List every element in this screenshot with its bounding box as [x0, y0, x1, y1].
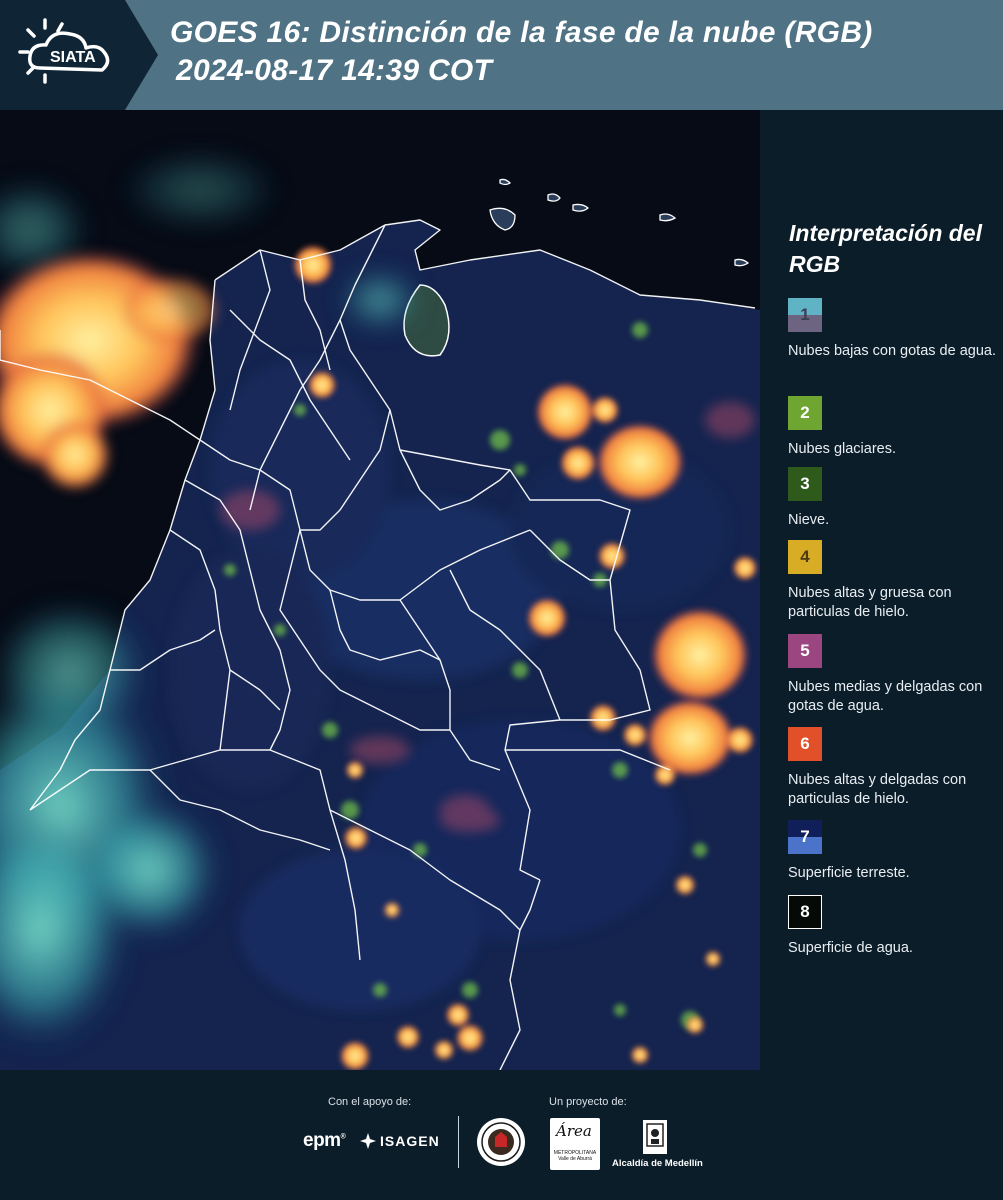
legend-number: 6 — [800, 734, 810, 753]
title-line-2: 2024-08-17 14:39 COT — [176, 54, 493, 87]
legend-title: Interpretación del RGB — [789, 220, 982, 277]
epm-logo-text: epm — [303, 1130, 341, 1151]
legend-number: 5 — [800, 641, 810, 660]
legend-number: 1 — [800, 305, 810, 324]
isagen-mark-icon — [360, 1133, 376, 1149]
legend-item: 7 Superficie terreste. — [788, 820, 1003, 883]
project-label: Un proyecto de: — [549, 1096, 627, 1108]
legend-label: Superficie de agua. — [788, 940, 913, 956]
header-banner: SIATA GOES 16: Distinción de la fase de … — [0, 0, 1003, 110]
legend-number: 8 — [800, 902, 810, 921]
legend-label: Nubes medias y delgadas con gotas de agu… — [788, 679, 983, 714]
area-metropolitana-logo: Área METROPOLITANA Valle de Aburrá — [550, 1118, 600, 1170]
siata-logo: SIATA — [0, 0, 160, 110]
legend-swatch: 6 — [788, 727, 822, 761]
satellite-map — [0, 110, 760, 1070]
legend-item: 6 Nubes altas y delgadas con particulas d… — [788, 727, 1003, 809]
legend-swatch: 5 — [788, 634, 822, 668]
legend-number: 7 — [800, 827, 810, 846]
medellin-shield-icon — [643, 1120, 667, 1154]
legend-swatch: 2 — [788, 396, 822, 430]
legend-item: 4 Nubes altas y gruesa con particulas de … — [788, 540, 1003, 622]
legend-swatch: 7 — [788, 820, 822, 854]
legend-item: 5 Nubes medias y delgadas con gotas de ag… — [788, 634, 1003, 716]
isagen-logo-text: ISAGEN — [380, 1133, 440, 1149]
area-logo-text: Área — [556, 1122, 592, 1140]
legend-item: 8 Superficie de agua. — [788, 895, 1003, 958]
legend-item: 1 Nubes bajas con gotas de agua. — [788, 298, 1003, 361]
legend-number: 4 — [800, 547, 810, 566]
footer: Con el apoyo de: epm® ISAGEN Un proyecto… — [0, 1070, 1003, 1200]
legend-label: Nubes bajas con gotas de agua. — [788, 343, 996, 359]
page-title: GOES 16: Distinción de la fase de la nub… — [170, 14, 873, 90]
epm-logo: epm® — [303, 1130, 346, 1151]
legend-swatch: 3 — [788, 467, 822, 501]
legend-label: Nubes altas y delgadas con particulas de… — [788, 772, 967, 807]
institutional-seal-icon — [477, 1118, 525, 1166]
footer-divider — [458, 1116, 459, 1168]
legend-item: 3 Nieve. — [788, 467, 1003, 530]
isagen-logo: ISAGEN — [360, 1133, 440, 1149]
legend-label: Superficie terreste. — [788, 865, 910, 881]
legend-label: Nubes altas y gruesa con particulas de h… — [788, 585, 952, 620]
legend-number: 3 — [800, 474, 810, 493]
legend-swatch: 8 — [788, 895, 822, 929]
legend-panel: Interpretación del RGB 1 Nubes bajas con … — [770, 110, 1003, 1070]
legend-label: Nieve. — [788, 512, 830, 528]
medellin-label: Alcaldía de Medellín — [612, 1158, 703, 1169]
area-logo-subtitle: METROPOLITANA Valle de Aburrá — [553, 1150, 597, 1162]
legend-label: Nubes glaciares. — [788, 441, 896, 457]
legend-swatch: 4 — [788, 540, 822, 574]
title-line-1: GOES 16: Distinción de la fase de la nub… — [170, 16, 873, 49]
legend-swatch: 1 — [788, 298, 822, 332]
legend-item: 2 Nubes glaciares. — [788, 396, 1003, 459]
siata-logo-text: SIATA — [50, 49, 96, 66]
support-label: Con el apoyo de: — [328, 1096, 412, 1108]
legend-number: 2 — [800, 403, 810, 422]
